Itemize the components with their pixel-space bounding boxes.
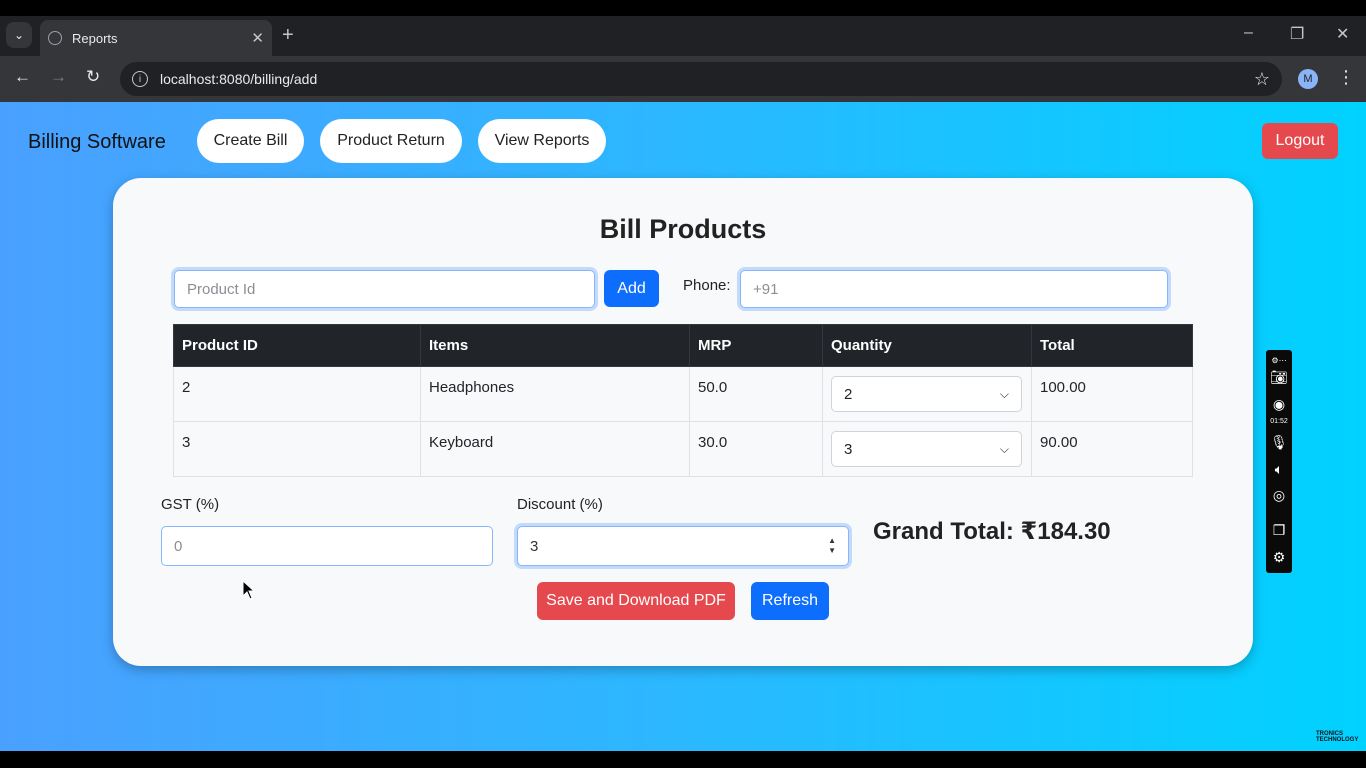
bookmark-star-icon[interactable]: ☆ <box>1254 69 1270 90</box>
quantity-value: 2 <box>844 385 853 403</box>
mouse-cursor-icon <box>242 580 256 600</box>
quantity-select[interactable]: 2 ⌵ <box>831 376 1022 412</box>
chevron-down-icon: ⌵ <box>999 441 1009 456</box>
browser-tabstrip: ⌄ Reports ✕ + – ❐ ✕ <box>0 16 1366 56</box>
col-product-id: Product ID <box>173 324 421 367</box>
col-quantity: Quantity <box>822 324 1032 367</box>
add-button[interactable]: Add <box>604 270 659 307</box>
minimize-icon[interactable]: – <box>1244 24 1253 42</box>
speaker-icon[interactable]: 🔈︎ <box>1271 461 1287 477</box>
table-header-row: Product ID Items MRP Quantity Total <box>173 324 1193 367</box>
chevron-down-icon: ⌵ <box>999 386 1009 401</box>
cell-product-id: 2 <box>173 366 421 422</box>
phone-label: Phone: <box>683 277 731 294</box>
phone-placeholder: +91 <box>753 280 779 298</box>
back-icon[interactable]: ← <box>14 67 31 87</box>
tab-close-icon[interactable]: ✕ <box>251 29 264 47</box>
top-letterbox <box>0 0 1366 16</box>
recorder-menu-icon[interactable]: ⚙⋯ <box>1271 352 1287 368</box>
nav-view-reports[interactable]: View Reports <box>478 119 606 163</box>
globe-icon <box>48 31 62 45</box>
product-id-placeholder: Product Id <box>187 280 256 298</box>
settings-gear-icon[interactable]: ⚙ <box>1271 549 1287 565</box>
browser-toolbar: ← → ↻ i localhost:8080/billing/add ☆ M ⋮ <box>0 56 1366 102</box>
refresh-button[interactable]: Refresh <box>751 582 829 620</box>
webcam-icon[interactable]: ◎ <box>1271 487 1287 503</box>
cell-product-id: 3 <box>173 421 421 477</box>
page-body: Billing Software Create Bill Product Ret… <box>0 102 1366 751</box>
save-pdf-button[interactable]: Save and Download PDF <box>537 582 735 620</box>
table-row: 3 Keyboard 30.0 3 ⌵ 90.00 <box>173 421 1193 477</box>
tab-search-icon[interactable]: ⌄ <box>6 22 32 48</box>
col-items: Items <box>420 324 690 367</box>
cell-quantity: 3 ⌵ <box>822 421 1032 477</box>
recording-time: 01:52 <box>1270 418 1288 425</box>
menu-kebab-icon[interactable]: ⋮ <box>1337 67 1355 88</box>
brand-title[interactable]: Billing Software <box>28 131 166 154</box>
nav-create-bill[interactable]: Create Bill <box>197 119 304 163</box>
product-id-input[interactable]: Product Id <box>174 270 595 308</box>
logout-button[interactable]: Logout <box>1262 123 1338 159</box>
quantity-value: 3 <box>844 440 853 458</box>
cell-total: 100.00 <box>1031 366 1193 422</box>
address-bar[interactable]: i localhost:8080/billing/add ☆ <box>120 62 1282 96</box>
col-mrp: MRP <box>689 324 823 367</box>
quantity-select[interactable]: 3 ⌵ <box>831 431 1022 467</box>
profile-avatar[interactable]: M <box>1298 69 1318 89</box>
cell-item: Keyboard <box>420 421 690 477</box>
discount-label: Discount (%) <box>517 496 603 513</box>
recorder-toolbar: ⚙⋯ 📷︎ ◉ 01:52 🎙︎ 🔈︎ ◎ ❐ ⚙ <box>1266 350 1292 573</box>
table-row: 2 Headphones 50.0 2 ⌵ 100.00 <box>173 366 1193 422</box>
url-text: localhost:8080/billing/add <box>160 71 318 87</box>
page-title: Bill Products <box>599 214 767 244</box>
cell-item: Headphones <box>420 366 690 422</box>
microphone-icon[interactable]: 🎙︎ <box>1270 434 1288 450</box>
phone-input[interactable]: +91 <box>740 270 1168 308</box>
gst-input[interactable]: 0 <box>161 526 493 566</box>
discount-input[interactable]: 3 ▲ ▼ <box>517 526 849 566</box>
cell-mrp: 50.0 <box>689 366 823 422</box>
windows-icon[interactable]: ❐ <box>1271 522 1287 538</box>
close-window-icon[interactable]: ✕ <box>1336 24 1349 44</box>
gst-value: 0 <box>174 537 183 555</box>
nav-product-return[interactable]: Product Return <box>320 119 462 163</box>
number-spinner-icon[interactable]: ▲ ▼ <box>828 536 836 556</box>
reload-icon[interactable]: ↻ <box>86 67 100 87</box>
browser-tab[interactable]: Reports ✕ <box>40 20 272 56</box>
tab-title: Reports <box>72 30 118 46</box>
watermark-logo: TRONICS TECHNOLOGY <box>1316 731 1359 743</box>
discount-value: 3 <box>530 537 539 555</box>
cell-total: 90.00 <box>1031 421 1193 477</box>
bill-card: Bill Products Product Id Add Phone: +91 … <box>113 178 1253 666</box>
forward-icon[interactable]: → <box>50 67 67 87</box>
site-info-icon[interactable]: i <box>132 71 148 87</box>
gst-label: GST (%) <box>161 496 220 513</box>
grand-total: Grand Total: ₹184.30 <box>873 518 1111 545</box>
record-icon[interactable]: ◉ <box>1271 396 1287 412</box>
camera-icon[interactable]: 📷︎ <box>1270 369 1288 385</box>
new-tab-icon[interactable]: + <box>282 24 294 47</box>
restore-icon[interactable]: ❐ <box>1290 24 1304 44</box>
col-total: Total <box>1031 324 1193 367</box>
bottom-letterbox <box>0 751 1366 768</box>
bill-table: Product ID Items MRP Quantity Total 2 He… <box>173 324 1193 477</box>
cell-mrp: 30.0 <box>689 421 823 477</box>
cell-quantity: 2 ⌵ <box>822 366 1032 422</box>
